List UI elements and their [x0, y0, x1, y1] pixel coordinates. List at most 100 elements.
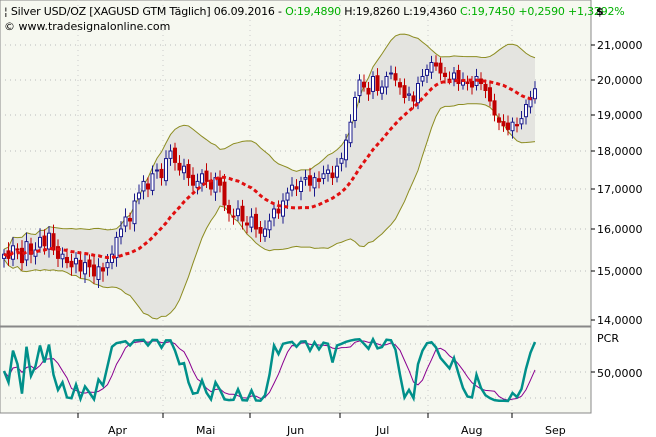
candle — [263, 228, 267, 237]
candle — [303, 177, 308, 180]
candle — [384, 76, 389, 88]
candle — [348, 121, 353, 144]
candle — [533, 88, 537, 100]
candle — [42, 235, 47, 247]
candle — [47, 232, 51, 250]
candle — [191, 174, 195, 186]
candle — [227, 205, 231, 214]
candle — [294, 186, 299, 190]
candle — [146, 183, 150, 190]
change-value: +0,2590 — [518, 5, 565, 18]
indicator-name: PCR — [597, 332, 619, 345]
candle — [519, 118, 524, 125]
candle — [420, 76, 425, 82]
candle — [470, 80, 474, 88]
candle — [479, 78, 483, 84]
candle — [321, 173, 326, 179]
y-tick: 19,0000 — [597, 109, 643, 122]
candle — [371, 76, 375, 92]
candle — [231, 215, 236, 218]
candle — [429, 62, 434, 73]
candle — [389, 72, 393, 75]
y-tick: 21,0000 — [597, 39, 643, 52]
candle — [159, 168, 164, 179]
y-tick: 17,0000 — [597, 183, 643, 196]
candle — [497, 117, 501, 123]
candle — [128, 217, 132, 222]
candle — [150, 173, 155, 191]
candle — [182, 165, 186, 174]
candle — [488, 87, 492, 102]
candle — [281, 200, 285, 217]
candle — [366, 87, 371, 95]
candle — [312, 177, 317, 189]
candle — [452, 72, 456, 80]
candle — [96, 266, 101, 280]
candle — [434, 62, 438, 67]
y-tick: 15,0000 — [597, 265, 643, 278]
candle — [254, 213, 258, 230]
candle — [515, 124, 519, 127]
candle — [74, 257, 78, 265]
close-value: C:19,7450 — [460, 5, 516, 18]
candle — [204, 170, 209, 182]
chart-window: ¦ Silver USD/OZ [XAGUSD GTM Täglich] 06.… — [0, 0, 656, 437]
y-tick: 20,0000 — [597, 74, 643, 87]
candle — [15, 248, 20, 251]
candle — [330, 172, 335, 179]
candle — [317, 178, 321, 182]
candle — [24, 241, 29, 261]
candle — [402, 85, 407, 98]
candle — [308, 175, 312, 186]
candle — [380, 86, 384, 94]
candle — [60, 253, 65, 260]
chart-header: ¦ Silver USD/OZ [XAGUSD GTM Täglich] 06.… — [4, 5, 625, 18]
y-tick: 18,0000 — [597, 145, 643, 158]
indicator-tick: 50,0000 — [597, 367, 643, 380]
high-value: H:19,8260 — [344, 5, 400, 18]
candle — [137, 192, 141, 200]
candle — [38, 236, 42, 248]
candle — [245, 222, 249, 226]
candle — [87, 259, 92, 268]
candle — [20, 247, 24, 264]
x-tick: Sep — [545, 424, 566, 437]
low-value: L:19,4360 — [403, 5, 457, 18]
candle-icon: ¦ — [4, 5, 8, 18]
candle — [222, 181, 227, 206]
candle — [272, 208, 276, 219]
candle — [123, 216, 128, 227]
candle — [362, 81, 366, 88]
candle — [393, 73, 398, 81]
candle — [267, 220, 272, 231]
candle — [443, 72, 447, 77]
candle — [69, 260, 74, 268]
candle — [375, 75, 380, 92]
x-tick: Apr — [108, 424, 128, 437]
candle — [438, 62, 443, 74]
candle — [249, 216, 254, 228]
candle — [353, 97, 357, 121]
candle — [465, 81, 470, 85]
candle — [141, 180, 146, 192]
candle — [168, 150, 173, 159]
currency-label: $ — [596, 5, 604, 18]
candle — [501, 121, 506, 127]
price-chart[interactable] — [0, 0, 656, 437]
x-tick: Jul — [376, 424, 390, 437]
candle — [92, 264, 96, 277]
candle — [344, 139, 348, 161]
x-tick: Mai — [196, 424, 216, 437]
candle — [290, 184, 294, 191]
candle — [177, 162, 182, 171]
candle — [276, 208, 281, 214]
candle — [425, 69, 429, 76]
y-tick: 16,0000 — [597, 223, 643, 236]
candle — [186, 164, 191, 179]
candle — [119, 228, 123, 238]
copyright: © www.tradesignalonline.com — [4, 20, 171, 33]
candle — [65, 256, 69, 264]
candle — [83, 262, 87, 275]
symbol-info: Silver USD/OZ [XAGUSD GTM Täglich] 06.09… — [10, 5, 282, 18]
candle — [506, 122, 510, 130]
